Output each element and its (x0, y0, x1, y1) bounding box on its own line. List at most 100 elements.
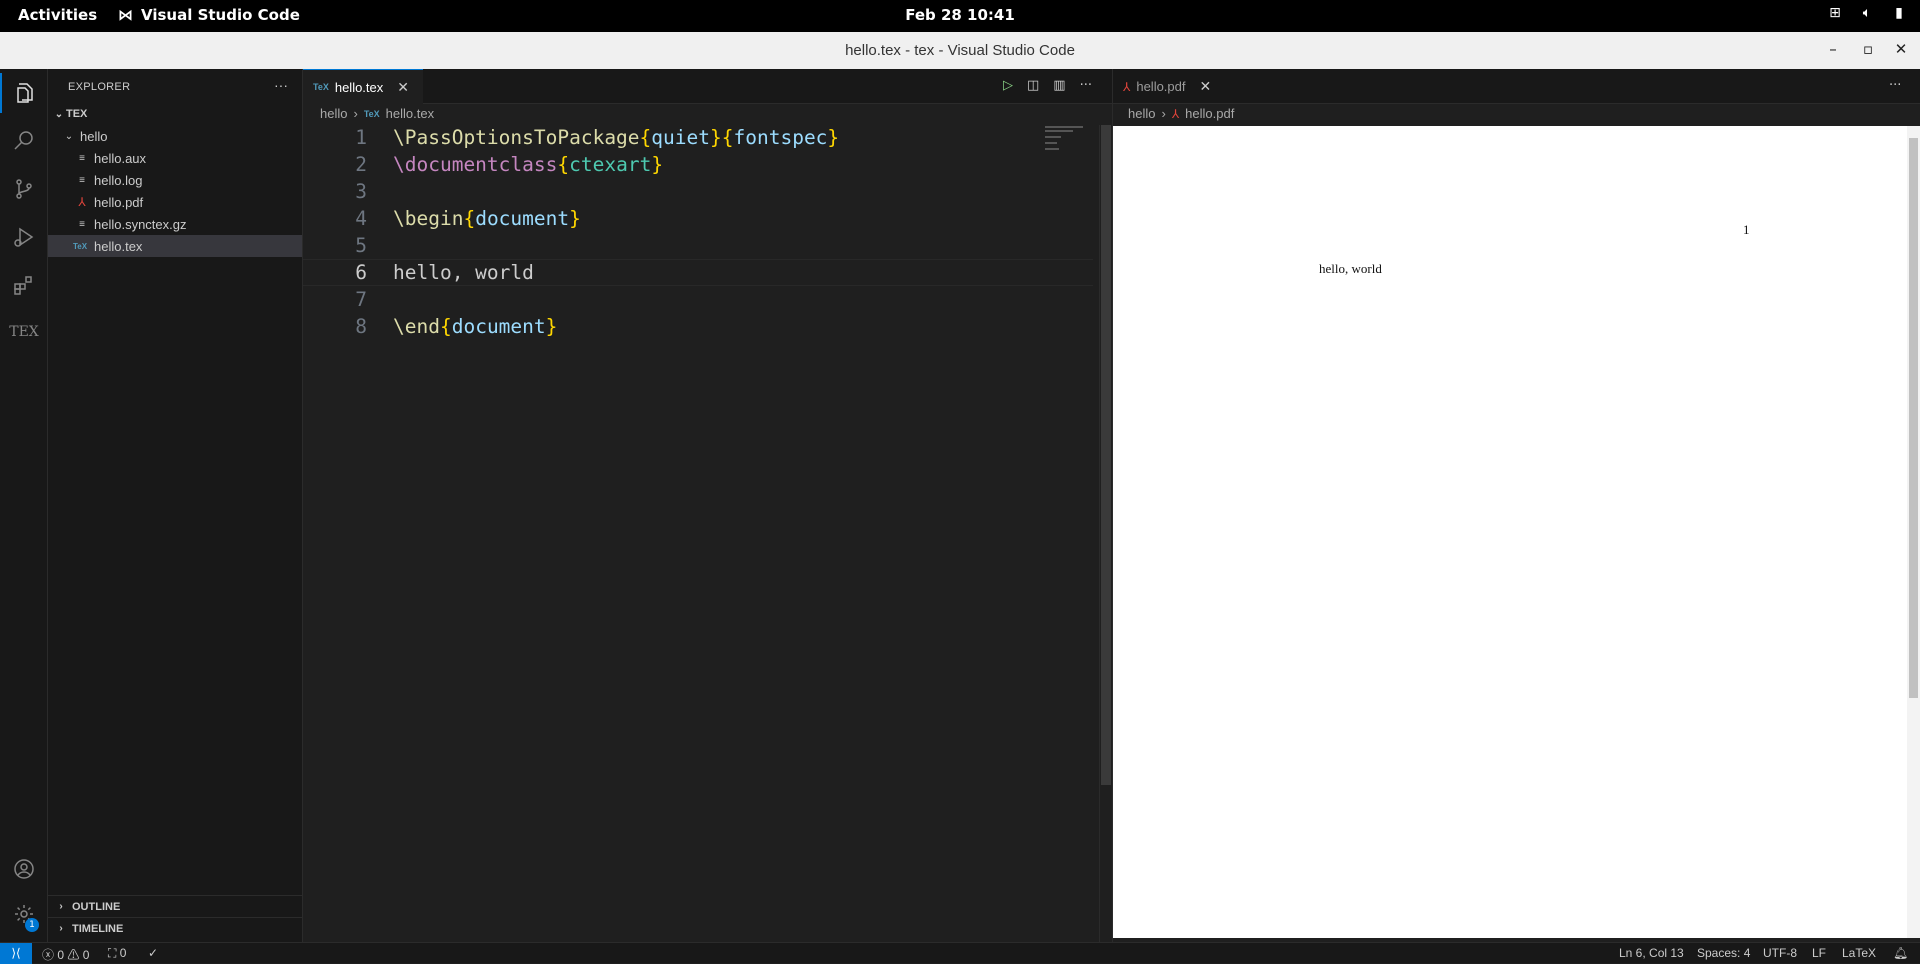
error-icon: ⓧ (42, 948, 55, 962)
chevron-right-icon: › (353, 106, 358, 121)
system-tray[interactable]: ⊞ 🔈︎ ▮ (1826, 5, 1908, 23)
system-top-bar: Activities ⋈ Visual Studio Code Feb 28 1… (0, 0, 1920, 32)
scrollbar-thumb[interactable] (1909, 138, 1918, 698)
pdf-page[interactable]: 1 hello, world (1113, 126, 1911, 938)
file-name: hello.synctex.gz (94, 216, 187, 232)
pdf-icon: ⅄ (1171, 106, 1180, 121)
clock[interactable]: Feb 28 10:41 (905, 6, 1015, 24)
code-line[interactable]: 7 (303, 286, 1093, 313)
ports-status[interactable]: ⛶ 0 (108, 946, 126, 961)
pdf-icon: ⅄ (78, 195, 86, 209)
workspace-root[interactable]: ⌄ TEX (48, 103, 302, 125)
file-item[interactable]: ⅄ hello.pdf (48, 191, 302, 213)
tex-icon[interactable]: TEX (0, 312, 48, 352)
breadcrumb-item[interactable]: hello.pdf (1185, 106, 1234, 121)
cursor-position[interactable]: Ln 6, Col 13 (1619, 946, 1684, 960)
timeline-panel-header[interactable]: › TIMELINE (48, 917, 302, 939)
file-item[interactable]: ≡ hello.log (48, 169, 302, 191)
code-line[interactable]: 3 (303, 178, 1093, 205)
file-name: hello.log (94, 172, 143, 188)
notifications-bell-icon[interactable]: 🔔︎ (1893, 946, 1908, 960)
folder-hello[interactable]: ⌄ hello (48, 125, 302, 147)
tex-file-icon: TeX (313, 82, 329, 92)
close-icon[interactable]: ✕ (1200, 78, 1212, 95)
editor-scrollbar[interactable] (1099, 125, 1111, 942)
check-icon[interactable]: ✓ (148, 946, 158, 960)
lines-icon: ≡ (79, 174, 85, 186)
file-item[interactable]: ≡ hello.synctex.gz (48, 213, 302, 235)
code-line[interactable]: 1 \PassOptionsToPackage{quiet}{fontspec} (303, 124, 1093, 151)
network-icon[interactable]: ⊞ (1826, 5, 1844, 23)
pdf-body-text: hello, world (1319, 261, 1382, 276)
more-actions-icon[interactable]: ··· (1080, 78, 1092, 93)
remote-icon[interactable]: ⟩⟨ (0, 943, 32, 964)
battery-icon[interactable]: ▮ (1890, 5, 1908, 23)
run-icon[interactable]: ▷ (1003, 78, 1013, 93)
file-item[interactable]: ≡ hello.aux (48, 147, 302, 169)
encoding-status[interactable]: UTF-8 (1763, 946, 1797, 960)
window-title-bar: hello.tex - tex - Visual Studio Code – ▫… (0, 32, 1920, 69)
more-actions-icon[interactable]: ··· (1889, 78, 1901, 93)
explorer-icon[interactable] (0, 73, 48, 113)
manage-gear-icon[interactable]: 1 (0, 894, 48, 934)
pdf-scrollbar[interactable] (1907, 126, 1920, 938)
tab-hello-pdf[interactable]: ⅄ hello.pdf ✕ (1113, 69, 1233, 104)
volume-icon[interactable]: 🔈︎ (1858, 5, 1876, 23)
breadcrumb: hello › ⅄ hello.pdf (1128, 106, 1234, 121)
search-icon[interactable] (0, 121, 48, 161)
preview-icon[interactable]: ◫ (1027, 78, 1039, 93)
line-number: 2 (355, 153, 367, 176)
vscode-icon: ⋈ (118, 6, 133, 24)
tab-hello-tex[interactable]: TeX hello.tex ✕ (303, 69, 423, 104)
line-text: \begin{document} (393, 207, 581, 230)
line-text: hello, world (393, 261, 534, 284)
code-line[interactable]: 2 \documentclass{ctexart} (303, 151, 1093, 178)
app-menu[interactable]: ⋈ Visual Studio Code (118, 6, 300, 24)
lines-icon: ≡ (79, 152, 85, 164)
language-mode[interactable]: LaTeX (1842, 946, 1876, 960)
accounts-icon[interactable] (0, 849, 48, 889)
extensions-icon[interactable] (0, 265, 48, 305)
split-editor-icon[interactable]: ▥ (1053, 78, 1065, 93)
line-text: \end{document} (393, 315, 558, 338)
breadcrumb-item[interactable]: hello.tex (386, 106, 434, 121)
code-line[interactable]: 8 \end{document} (303, 313, 1093, 340)
maximize-icon[interactable]: ▫ (1858, 40, 1878, 58)
eol-status[interactable]: LF (1812, 946, 1826, 960)
breadcrumb-item[interactable]: hello (1128, 106, 1155, 121)
run-debug-icon[interactable] (0, 217, 48, 257)
code-line[interactable]: 5 (303, 232, 1093, 259)
settings-badge: 1 (25, 918, 39, 932)
activities-button[interactable]: Activities (18, 6, 97, 24)
chevron-right-icon: › (59, 923, 63, 934)
ports-icon: ⛶ (108, 946, 117, 960)
chevron-down-icon: ⌄ (64, 130, 74, 142)
breadcrumb-item[interactable]: hello (320, 106, 347, 121)
outline-label: OUTLINE (72, 900, 121, 913)
chevron-right-icon: › (59, 901, 63, 912)
source-control-icon[interactable] (0, 169, 48, 209)
indentation-status[interactable]: Spaces: 4 (1697, 946, 1750, 960)
minimap[interactable] (1045, 125, 1085, 150)
close-icon[interactable]: ✕ (397, 79, 409, 96)
tab-label: hello.pdf (1136, 79, 1186, 94)
minimize-icon[interactable]: – (1823, 40, 1843, 58)
tex-file-icon: TeX (72, 241, 88, 251)
more-actions-icon[interactable]: ··· (274, 77, 288, 93)
pdf-icon: ⅄ (1123, 79, 1131, 94)
scrollbar-thumb[interactable] (1101, 125, 1111, 785)
file-name: hello.aux (94, 150, 147, 166)
code-line[interactable]: 4 \begin{document} (303, 205, 1093, 232)
close-window-icon[interactable]: ✕ (1891, 40, 1911, 58)
line-number: 6 (355, 261, 367, 284)
pdf-actions: ··· (1889, 78, 1901, 93)
breadcrumb: hello › TeX hello.tex (320, 106, 434, 121)
timeline-label: TIMELINE (72, 922, 124, 935)
code-line[interactable]: 6 hello, world (303, 259, 1093, 286)
file-item-selected[interactable]: TeX hello.tex (48, 235, 302, 257)
outline-panel-header[interactable]: › OUTLINE (48, 895, 302, 917)
folder-label: hello (80, 128, 108, 144)
problems-status[interactable]: ⓧ 0 ⚠ 0 (42, 946, 89, 963)
app-name: Visual Studio Code (141, 6, 300, 24)
pdf-tab-bar: ⅄ hello.pdf ✕ ··· (1113, 69, 1920, 104)
